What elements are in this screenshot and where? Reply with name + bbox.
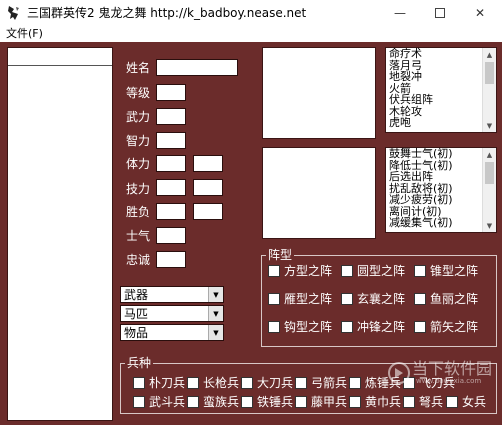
troops-group-label: 兵种 [125, 356, 154, 370]
wins-field[interactable] [156, 203, 186, 220]
weapon-select-value: 武器 [124, 288, 149, 302]
list-item[interactable]: 地裂冲 [386, 71, 496, 83]
level-label: 等级 [126, 86, 151, 100]
menu-bar: 文件(F) [0, 26, 502, 42]
force-field[interactable] [156, 108, 186, 125]
scroll-up-icon[interactable]: ▲ [483, 48, 496, 61]
character-list-header [8, 48, 112, 66]
morale-skills-list[interactable]: 鼓舞士气(初) 降低士气(初) 后选出阵 扰乱敌将(初) 减少疲劳(初) 离间计… [385, 147, 497, 233]
skill-max-field[interactable] [193, 179, 223, 196]
close-button[interactable]: ✕ [460, 0, 500, 26]
chevron-down-icon[interactable]: ▼ [208, 287, 223, 302]
minimize-button[interactable]: — [380, 0, 420, 26]
formation-checkbox[interactable]: 玄襄之阵 [341, 292, 405, 306]
minimize-icon: — [394, 6, 406, 20]
close-icon: ✕ [474, 6, 486, 20]
troop-checkbox[interactable]: 黄巾兵 [349, 395, 401, 409]
skill-current-field[interactable] [156, 179, 186, 196]
menu-file[interactable]: 文件(F) [6, 27, 43, 41]
formation-checkbox[interactable]: 锥型之阵 [414, 264, 478, 278]
winloss-label: 胜负 [126, 205, 151, 219]
chevron-down-icon[interactable]: ▼ [208, 325, 223, 340]
title-bar: 三国群英传2 鬼龙之舞 http://k_badboy.nease.net — … [0, 0, 502, 26]
scroll-down-icon[interactable]: ▼ [483, 119, 496, 132]
item-select[interactable]: 物品 ▼ [120, 324, 224, 341]
watermark: 当下软件园 www.downxia.com [386, 360, 496, 386]
client-area: 姓名 等级 武力 智力 体力 技力 胜负 士气 忠诚 武器 ▼ 马匹 ▼ 物品 … [0, 42, 502, 425]
morale-label: 士气 [126, 229, 151, 243]
formation-checkbox[interactable]: 箭矢之阵 [414, 320, 478, 334]
app-icon [8, 6, 19, 20]
scroll-thumb[interactable] [485, 62, 494, 84]
name-field[interactable] [156, 59, 238, 76]
morale-scrollbar[interactable]: ▲ ▼ [482, 148, 496, 232]
troop-checkbox[interactable]: 大刀兵 [241, 376, 293, 390]
list-item[interactable]: 减缓集气(初) [386, 217, 496, 229]
window-title: 三国群英传2 鬼龙之舞 http://k_badboy.nease.net [27, 6, 307, 20]
scroll-down-icon[interactable]: ▼ [483, 219, 496, 232]
troop-checkbox[interactable]: 长枪兵 [187, 376, 239, 390]
scroll-thumb[interactable] [485, 162, 494, 184]
watermark-logo-icon [388, 362, 410, 384]
troop-checkbox[interactable]: 武斗兵 [133, 395, 185, 409]
portrait-box [262, 47, 376, 139]
horse-select-value: 马匹 [124, 307, 149, 321]
chevron-down-icon[interactable]: ▼ [208, 306, 223, 321]
list-item[interactable]: 减少疲劳(初) [386, 194, 496, 206]
hp-max-field[interactable] [193, 155, 223, 172]
force-label: 武力 [126, 110, 151, 124]
formation-group-label: 阵型 [266, 248, 295, 262]
horse-select[interactable]: 马匹 ▼ [120, 305, 224, 322]
troop-checkbox[interactable]: 藤甲兵 [295, 395, 347, 409]
skills-scrollbar[interactable]: ▲ ▼ [482, 48, 496, 132]
list-item[interactable]: 虎咆 [386, 117, 496, 129]
loyalty-field[interactable] [156, 251, 186, 268]
morale-field[interactable] [156, 227, 186, 244]
troop-checkbox[interactable]: 弩兵 [403, 395, 443, 409]
maximize-button[interactable] [420, 0, 460, 26]
name-label: 姓名 [126, 61, 151, 75]
watermark-text: 当下软件园 [412, 359, 493, 378]
skill-label: 技力 [126, 182, 151, 196]
list-item[interactable]: 鼓舞士气(初) [386, 148, 496, 160]
hp-label: 体力 [126, 157, 151, 171]
list-item[interactable]: 伏兵组阵 [386, 94, 496, 106]
formation-checkbox[interactable]: 方型之阵 [268, 264, 332, 278]
loyalty-label: 忠诚 [126, 253, 151, 267]
troop-checkbox[interactable]: 女兵 [446, 395, 486, 409]
scroll-up-icon[interactable]: ▲ [483, 148, 496, 161]
item-select-value: 物品 [124, 326, 149, 340]
list-item[interactable]: 后选出阵 [386, 171, 496, 183]
formation-checkbox[interactable]: 圆型之阵 [341, 264, 405, 278]
portrait-box-2 [262, 147, 376, 239]
formation-checkbox[interactable]: 钩型之阵 [268, 320, 332, 334]
skills-list[interactable]: 命疗术 落月弓 地裂冲 火箭 伏兵组阵 木轮攻 虎咆 ▲ ▼ [385, 47, 497, 133]
character-list[interactable] [7, 47, 113, 421]
troop-checkbox[interactable]: 弓箭兵 [295, 376, 347, 390]
hp-current-field[interactable] [156, 155, 186, 172]
maximize-icon [435, 8, 445, 18]
intel-label: 智力 [126, 134, 151, 148]
troop-checkbox[interactable]: 朴刀兵 [133, 376, 185, 390]
formation-checkbox[interactable]: 鱼丽之阵 [414, 292, 478, 306]
level-field[interactable] [156, 84, 186, 101]
troop-checkbox[interactable]: 铁锤兵 [241, 395, 293, 409]
weapon-select[interactable]: 武器 ▼ [120, 286, 224, 303]
troop-checkbox[interactable]: 蛮族兵 [187, 395, 239, 409]
losses-field[interactable] [193, 203, 223, 220]
list-item[interactable]: 命疗术 [386, 48, 496, 60]
watermark-url: www.downxia.com [416, 377, 482, 385]
formation-checkbox[interactable]: 冲锋之阵 [341, 320, 405, 334]
formation-checkbox[interactable]: 雁型之阵 [268, 292, 332, 306]
intel-field[interactable] [156, 132, 186, 149]
